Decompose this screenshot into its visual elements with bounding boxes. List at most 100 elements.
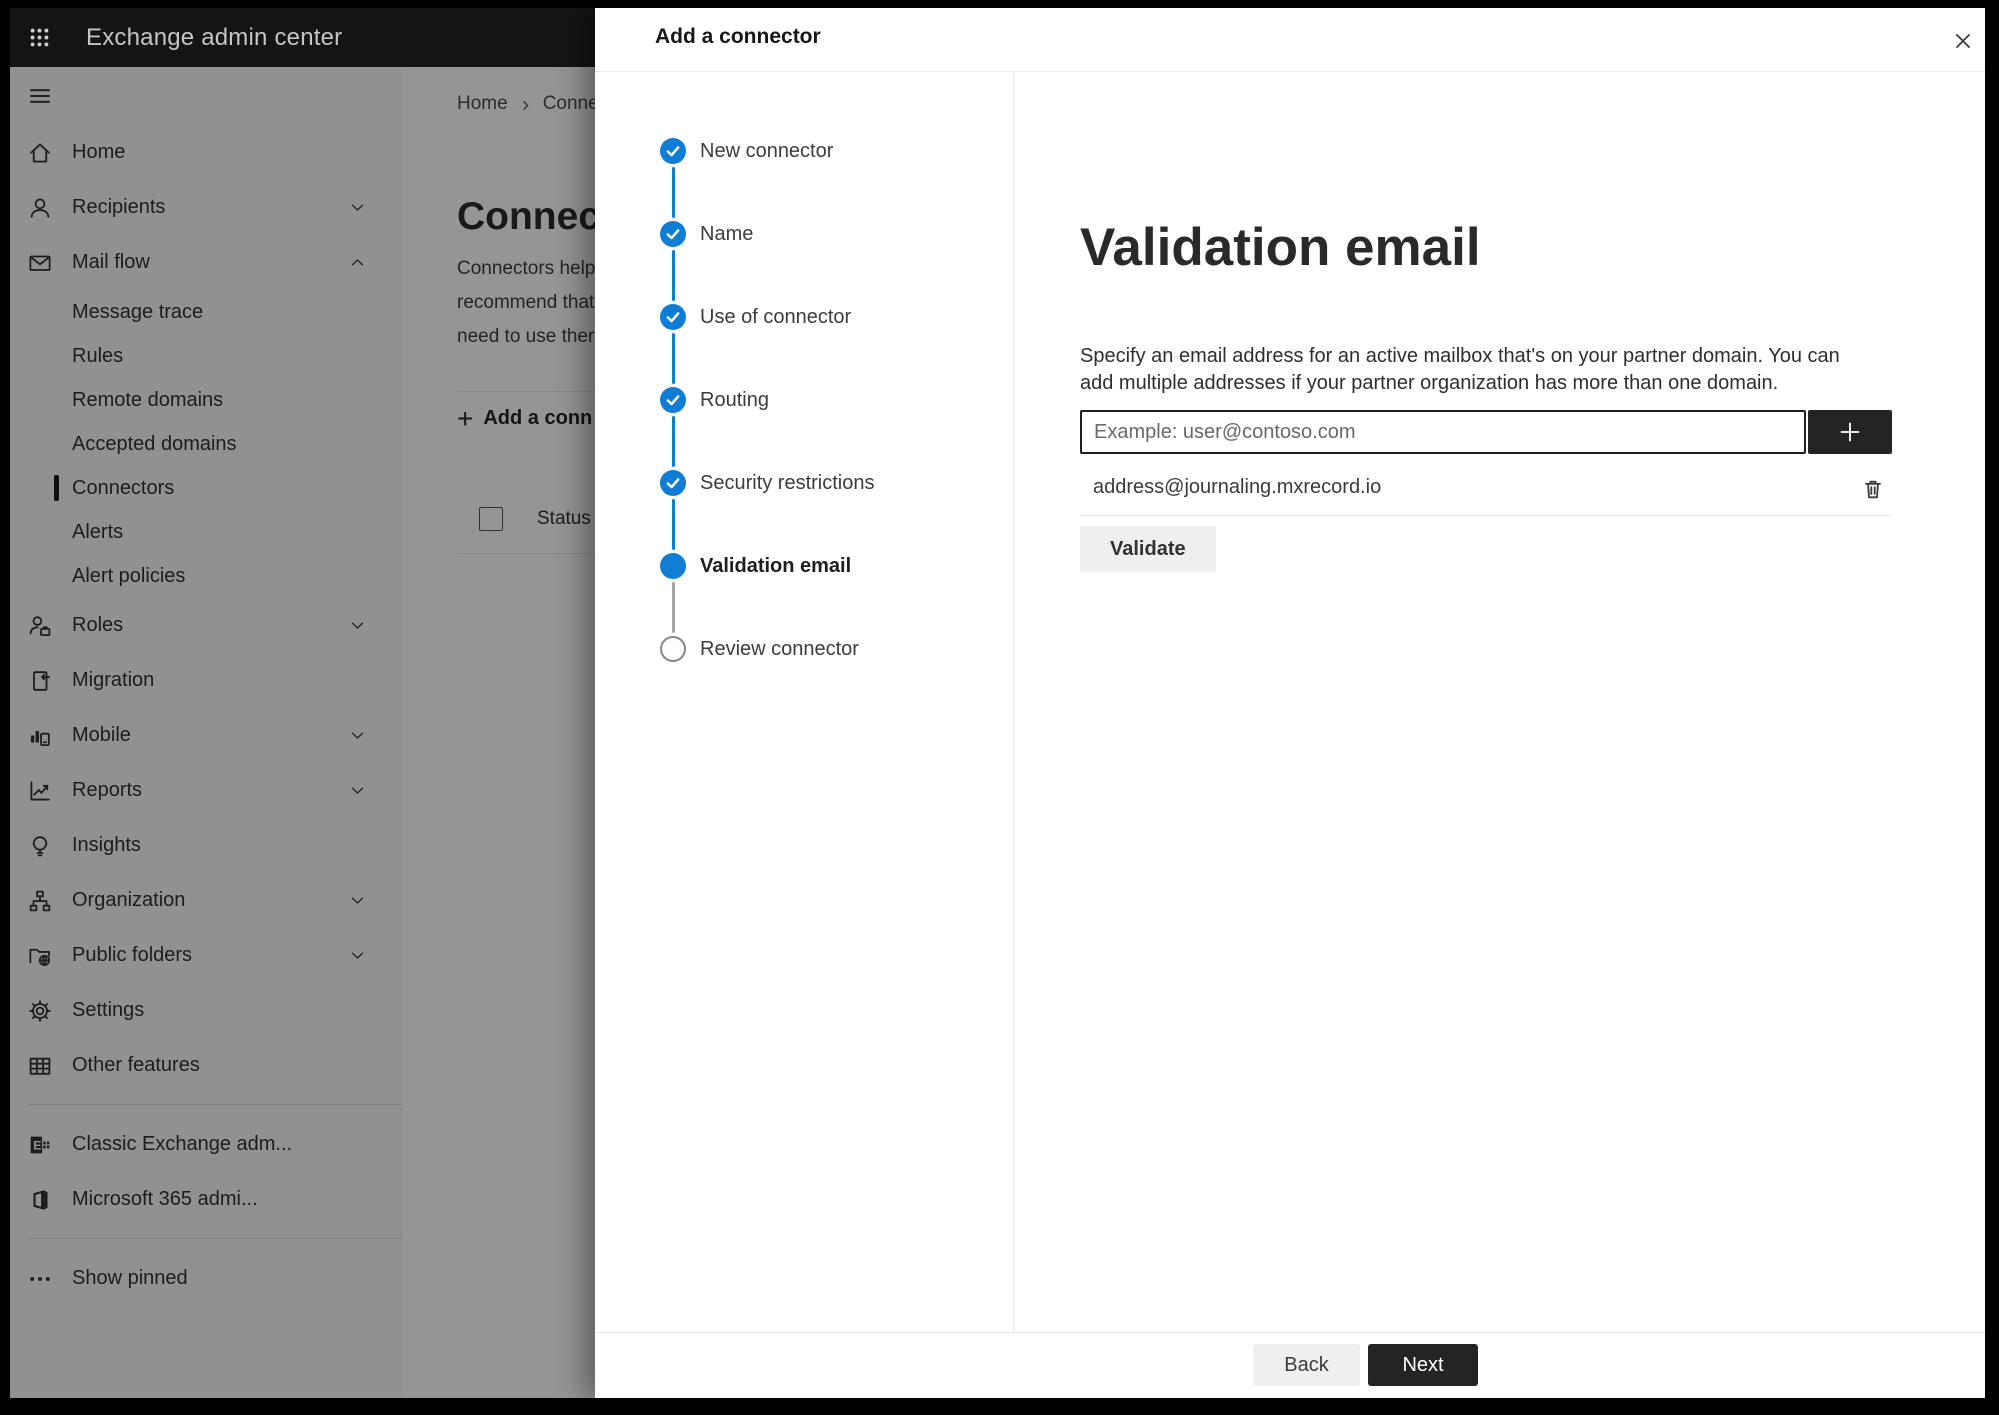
step-new-connector[interactable]: New connector xyxy=(595,138,1013,164)
sidebar-icon-wrap: E xyxy=(27,1132,53,1158)
sidebar-item-connectors[interactable]: Connectors xyxy=(10,466,402,510)
sidebar-item-alert-policies[interactable]: Alert policies xyxy=(10,554,402,598)
step-complete-circle-icon xyxy=(660,138,686,164)
ellipsis-icon xyxy=(30,1276,50,1281)
chevron-wrap xyxy=(348,198,367,217)
chevron-down-icon xyxy=(351,622,364,629)
sidebar-item-label: Migration xyxy=(72,669,155,691)
sidebar-icon-wrap xyxy=(27,778,53,804)
check-icon xyxy=(666,478,680,489)
sidebar-item-label: Other features xyxy=(72,1054,200,1076)
sidebar-item-public-folders[interactable]: Public folders xyxy=(10,928,402,983)
chevron-up-icon xyxy=(351,259,364,266)
sidebar-item-home[interactable]: Home xyxy=(10,125,402,180)
sidebar-item-alerts[interactable]: Alerts xyxy=(10,510,402,554)
sidebar-icon-wrap xyxy=(27,1187,53,1213)
sidebar: Home Recipients Mail flow Message trace Rule… xyxy=(10,67,402,1398)
breadcrumb-home[interactable]: Home xyxy=(457,93,508,115)
person-icon xyxy=(30,198,50,218)
status-column-header[interactable]: Status xyxy=(537,508,591,530)
sidebar-item-show-pinned[interactable]: Show pinned xyxy=(10,1251,402,1306)
step-connector-line xyxy=(671,416,675,467)
check-icon xyxy=(666,395,680,406)
sidebar-item-other-features[interactable]: Other features xyxy=(10,1038,402,1093)
page-description-line: recommend that xyxy=(457,292,595,313)
sidebar-item-mail-flow[interactable]: Mail flow xyxy=(10,235,402,290)
chevron-wrap xyxy=(348,946,367,965)
sidebar-item-roles[interactable]: Roles xyxy=(10,598,402,653)
sidebar-icon-wrap xyxy=(27,888,53,914)
sidebar-icon-wrap xyxy=(27,943,53,969)
sidebar-item-microsoft-365-admi[interactable]: Microsoft 365 admi... xyxy=(10,1172,402,1227)
sidebar-item-accepted-domains[interactable]: Accepted domains xyxy=(10,422,402,466)
migration-icon xyxy=(33,670,51,691)
step-connector-line xyxy=(671,499,675,550)
sidebar-item-rules[interactable]: Rules xyxy=(10,334,402,378)
sidebar-item-insights[interactable]: Insights xyxy=(10,818,402,873)
nav-collapse-button[interactable] xyxy=(10,67,402,125)
settings-icon xyxy=(29,999,51,1022)
chevron-wrap xyxy=(348,253,367,272)
step-use-of-connector[interactable]: Use of connector xyxy=(595,304,1013,330)
sidebar-icon-wrap xyxy=(27,140,53,166)
sidebar-icon-wrap xyxy=(27,833,53,859)
step-complete-circle-icon xyxy=(660,470,686,496)
add-connector-button[interactable]: + Add a conn xyxy=(457,404,592,432)
selected-indicator xyxy=(54,475,59,501)
sidebar-item-label: Microsoft 365 admi... xyxy=(72,1188,258,1210)
sidebar-item-recipients[interactable]: Recipients xyxy=(10,180,402,235)
close-icon xyxy=(1955,33,1971,49)
reports-icon xyxy=(30,780,50,800)
sidebar-item-remote-domains[interactable]: Remote domains xyxy=(10,378,402,422)
wizard-stepper: New connector Name Use of connector Routing… xyxy=(595,72,1013,1333)
sidebar-item-label: Rules xyxy=(72,344,124,367)
step-label: Use of connector xyxy=(700,305,852,328)
home-icon xyxy=(30,143,50,162)
breadcrumb-current[interactable]: Conne xyxy=(543,93,599,115)
sidebar-item-message-trace[interactable]: Message trace xyxy=(10,290,402,334)
chevron-down-icon xyxy=(351,732,364,739)
select-all-checkbox[interactable] xyxy=(479,507,503,531)
step-review-connector[interactable]: Review connector xyxy=(595,636,1013,662)
validate-button[interactable]: Validate xyxy=(1080,526,1216,572)
sidebar-item-label: Organization xyxy=(72,889,186,911)
delete-address-button[interactable] xyxy=(1858,474,1888,504)
step-label: Name xyxy=(700,222,754,245)
step-routing[interactable]: Routing xyxy=(595,387,1013,413)
step-security-restrictions[interactable]: Security restrictions xyxy=(595,470,1013,496)
page-title: Connec xyxy=(457,195,601,239)
step-label: Validation email xyxy=(700,554,852,577)
plus-icon xyxy=(1840,422,1860,442)
sidebar-item-organization[interactable]: Organization xyxy=(10,873,402,928)
step-name[interactable]: Name xyxy=(595,221,1013,247)
add-email-button[interactable] xyxy=(1808,410,1892,454)
sidebar-item-label: Settings xyxy=(72,999,145,1021)
app-launcher-button[interactable] xyxy=(10,8,68,67)
sidebar-item-mobile[interactable]: Mobile xyxy=(10,708,402,763)
app-window: Exchange admin center Home Recipients Mail… xyxy=(10,8,1985,1398)
step-validation-email[interactable]: Validation email xyxy=(595,553,1013,579)
sidebar-item-label: Home xyxy=(72,141,126,163)
trash-icon xyxy=(1865,480,1881,499)
app-title: Exchange admin center xyxy=(86,23,343,51)
sidebar-item-classic-exchange-adm[interactable]: E Classic Exchange adm... xyxy=(10,1117,402,1172)
sidebar-item-settings[interactable]: Settings xyxy=(10,983,402,1038)
roles-icon xyxy=(29,615,51,636)
chevron-down-icon xyxy=(351,787,364,794)
sidebar-item-migration[interactable]: Migration xyxy=(10,653,402,708)
hamburger-icon xyxy=(30,89,50,103)
sidebar-item-label: Mail flow xyxy=(72,251,150,273)
next-button[interactable]: Next xyxy=(1368,1344,1478,1386)
sidebar-item-label: Public folders xyxy=(72,944,193,966)
mobile-icon xyxy=(30,730,50,746)
sidebar-icon-wrap xyxy=(27,998,53,1024)
back-button[interactable]: Back xyxy=(1253,1344,1360,1386)
sidebar-item-label: Accepted domains xyxy=(72,432,237,455)
step-label: Routing xyxy=(700,388,769,411)
insights-icon xyxy=(32,835,48,856)
other-features-icon xyxy=(29,1057,51,1075)
sidebar-item-reports[interactable]: Reports xyxy=(10,763,402,818)
close-button[interactable] xyxy=(1943,21,1983,61)
validation-email-input[interactable] xyxy=(1080,410,1806,454)
page-description: Connectors help recommend that need to u… xyxy=(457,252,595,354)
